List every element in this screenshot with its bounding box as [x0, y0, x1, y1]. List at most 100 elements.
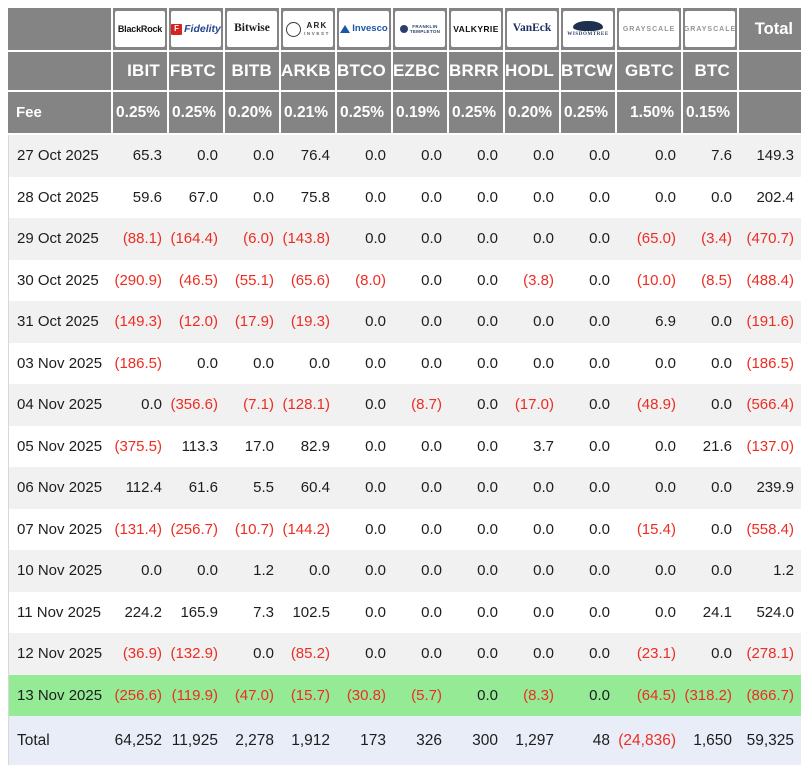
flow-value-cell: 0.0	[169, 550, 225, 592]
row-total-cell: (488.4)	[739, 260, 801, 302]
flow-value-cell: 0.0	[617, 467, 683, 509]
flow-value-cell: (3.4)	[683, 218, 739, 260]
fidelity-logo: FFidelity	[171, 11, 221, 47]
column-total-cell: (24,836)	[617, 716, 683, 765]
flow-value-cell: (5.7)	[393, 675, 449, 717]
franklin-templeton-logo: FRANKLINTEMPLETON	[395, 11, 445, 47]
flow-value-cell: (8.3)	[505, 675, 561, 717]
column-total-cell: 11,925	[169, 716, 225, 765]
fee-BRRR: 0.25%	[449, 92, 505, 135]
total-row: Total64,25211,9252,2781,9121733263001,29…	[8, 716, 801, 765]
flow-value-cell: (47.0)	[225, 675, 281, 717]
flow-value-cell: 0.0	[337, 343, 393, 385]
flow-value-cell: 0.0	[617, 592, 683, 634]
ticker-BTCW: BTCW	[561, 52, 617, 92]
flow-value-cell: 0.0	[683, 633, 739, 675]
flow-value-cell: 0.0	[449, 343, 505, 385]
flow-value-cell: 0.0	[505, 633, 561, 675]
vaneck-logo: VanEck	[507, 11, 557, 47]
flow-value-cell: (144.2)	[281, 509, 337, 551]
flow-value-cell: 0.0	[617, 177, 683, 219]
flow-value-cell: 0.0	[505, 550, 561, 592]
flow-value-cell: 75.8	[281, 177, 337, 219]
franklin-templeton-logo-part: TEMPLETON	[410, 30, 440, 35]
flow-value-cell: (356.6)	[169, 384, 225, 426]
flow-value-cell: 0.0	[393, 426, 449, 468]
flow-value-cell: 0.0	[561, 260, 617, 302]
flow-value-cell: 0.0	[449, 384, 505, 426]
ticker-BTCO: BTCO	[337, 52, 393, 92]
flow-value-cell: 1.2	[225, 550, 281, 592]
flow-value-cell: (8.0)	[337, 260, 393, 302]
column-total-cell: 1,650	[683, 716, 739, 765]
fidelity-logo-part: Fidelity	[184, 24, 221, 35]
flow-value-cell: 0.0	[683, 550, 739, 592]
logo-cell-IBIT: BlackRock	[113, 8, 169, 52]
flow-value-cell: 0.0	[337, 135, 393, 177]
flow-value-cell: 0.0	[393, 467, 449, 509]
flow-value-cell: (19.3)	[281, 301, 337, 343]
flow-value-cell: 0.0	[505, 301, 561, 343]
flow-value-cell: 0.0	[337, 426, 393, 468]
flow-value-cell: 0.0	[393, 218, 449, 260]
flow-value-cell: (88.1)	[113, 218, 169, 260]
flow-value-cell: 0.0	[449, 218, 505, 260]
date-cell: 11 Nov 2025	[8, 592, 113, 634]
flow-value-cell: 165.9	[169, 592, 225, 634]
flow-value-cell: (55.1)	[225, 260, 281, 302]
flow-value-cell: 0.0	[393, 301, 449, 343]
table-row: 29 Oct 2025(88.1)(164.4)(6.0)(143.8)0.00…	[8, 218, 801, 260]
fee-BTC: 0.15%	[683, 92, 739, 135]
empty-header-cell	[739, 52, 801, 92]
date-cell: 04 Nov 2025	[8, 384, 113, 426]
table-body: 27 Oct 202565.30.00.076.40.00.00.00.00.0…	[8, 135, 801, 765]
row-total-cell: (137.0)	[739, 426, 801, 468]
flow-value-cell: 0.0	[393, 343, 449, 385]
flow-value-cell: 6.9	[617, 301, 683, 343]
flow-value-cell: (48.9)	[617, 384, 683, 426]
flow-value-cell: 0.0	[617, 426, 683, 468]
fee-GBTC: 1.50%	[617, 92, 683, 135]
flow-value-cell: 67.0	[169, 177, 225, 219]
ticker-BITB: BITB	[225, 52, 281, 92]
date-cell: 10 Nov 2025	[8, 550, 113, 592]
flow-value-cell: 0.0	[561, 509, 617, 551]
total-row-label: Total	[8, 716, 113, 765]
table-header: BlackRockFFidelityBitwiseARKINVESTInvesc…	[8, 8, 801, 135]
header-logo-row: BlackRockFFidelityBitwiseARKINVESTInvesc…	[8, 8, 801, 52]
table-row: 05 Nov 2025(375.5)113.317.082.90.00.00.0…	[8, 426, 801, 468]
table-row: 27 Oct 202565.30.00.076.40.00.00.00.00.0…	[8, 135, 801, 177]
flow-value-cell: (375.5)	[113, 426, 169, 468]
flow-value-cell: 17.0	[225, 426, 281, 468]
flow-value-cell: 0.0	[169, 343, 225, 385]
fee-BITB: 0.20%	[225, 92, 281, 135]
flow-value-cell: 24.1	[683, 592, 739, 634]
flow-value-cell: (15.4)	[617, 509, 683, 551]
flow-value-cell: 0.0	[449, 633, 505, 675]
flow-value-cell: 0.0	[337, 177, 393, 219]
row-total-cell: (558.4)	[739, 509, 801, 551]
grayscale-logo: GRAYSCALE	[619, 11, 679, 47]
franklin-templeton-logo-part	[400, 25, 408, 33]
flow-value-cell: 0.0	[449, 592, 505, 634]
flow-value-cell: (8.7)	[393, 384, 449, 426]
ticker-ARKB: ARKB	[281, 52, 337, 92]
flow-value-cell: 0.0	[561, 675, 617, 717]
grayscale-logo: GRAYSCALE	[685, 11, 735, 47]
flow-value-cell: (3.8)	[505, 260, 561, 302]
flow-value-cell: 0.0	[393, 135, 449, 177]
flow-value-cell: 0.0	[561, 218, 617, 260]
flow-value-cell: 0.0	[449, 177, 505, 219]
row-total-cell: 524.0	[739, 592, 801, 634]
flow-value-cell: (131.4)	[113, 509, 169, 551]
flow-value-cell: 21.6	[683, 426, 739, 468]
flow-value-cell: (132.9)	[169, 633, 225, 675]
ark-invest-logo-part	[286, 22, 301, 37]
flow-value-cell: 0.0	[393, 592, 449, 634]
date-cell: 03 Nov 2025	[8, 343, 113, 385]
wisdomtree-logo-part	[573, 21, 603, 31]
column-total-cell: 64,252	[113, 716, 169, 765]
flow-value-cell: 0.0	[561, 592, 617, 634]
row-total-cell: (470.7)	[739, 218, 801, 260]
grand-total-cell: 59,325	[739, 716, 801, 765]
